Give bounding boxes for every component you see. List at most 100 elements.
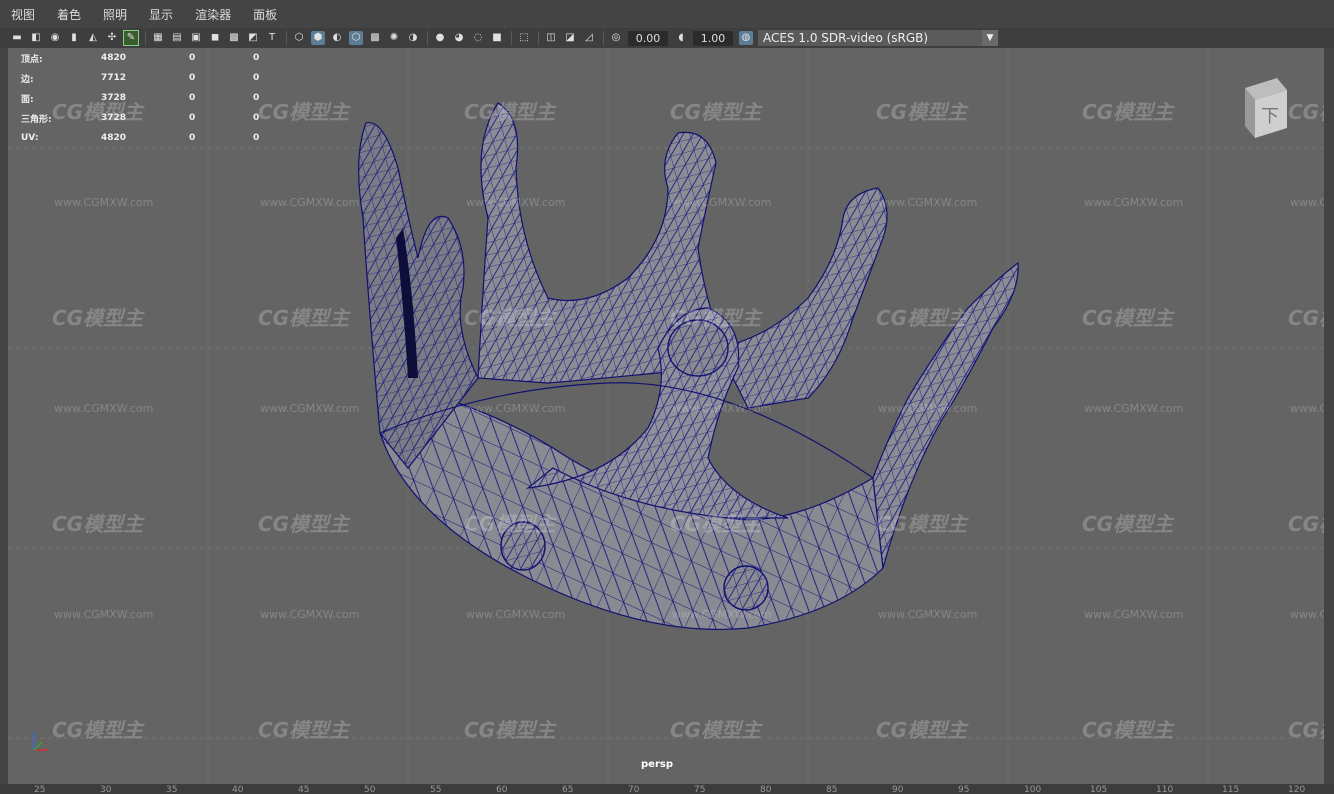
depth-of-field-icon[interactable]: ■ [490,31,504,45]
watermark-text: CG模型主 [670,512,762,536]
ruler-tick-label: 90 [892,785,904,794]
anti-alias-icon[interactable]: ◌ [471,31,485,45]
watermark-url: www.CGMXW.com [878,402,978,415]
hud-row-triangles: 三角形: 3728 0 0 [21,108,283,128]
view-cube[interactable]: 下 [1237,76,1287,138]
watermark-text: CG模型主 [876,718,968,742]
watermark-url: www.CGMXW.com [672,196,772,209]
hud-row-uvs: UV: 4820 0 0 [21,128,283,148]
ruler-tick-label: 30 [100,785,112,794]
hud-value: 0 [189,93,196,103]
color-space-select[interactable]: ACES 1.0 SDR-video (sRGB) ▼ [758,30,998,46]
hud-row-faces: 面: 3728 0 0 [21,88,283,108]
watermark-url: www.CGMXW.com [466,608,566,621]
hud-row-edges: 边: 7712 0 0 [21,68,283,88]
ruler-tick-label: 35 [166,785,178,794]
wireframe-icon[interactable]: ⬡ [292,31,306,45]
watermark-text: CG模型主 [1082,100,1174,124]
field-chart-icon[interactable]: ▩ [227,31,241,45]
watermark-text: CG模型主 [1288,512,1324,536]
watermark-text: CG模型主 [464,512,556,536]
ambient-occlusion-icon[interactable]: ● [433,31,447,45]
resolution-gate-icon[interactable]: ▣ [189,31,203,45]
watermark-url: www.CGMXW.com [1290,608,1324,621]
menu-shading[interactable]: 着色 [54,4,84,25]
color-space-value: ACES 1.0 SDR-video (sRGB) [763,31,929,45]
time-ruler[interactable]: 25 30 35 40 45 50 55 60 65 70 75 80 85 90 95 100 105 110 1… [0,784,1334,794]
gamma-field[interactable]: 1.00 [693,30,733,46]
watermark-text: CG模型主 [464,718,556,742]
grease-pencil-icon[interactable]: ✎ [123,30,139,46]
wireframe-on-shaded-icon[interactable]: ⬡ [349,31,363,45]
xray-icon[interactable]: ◫ [544,31,558,45]
hud-value: 0 [253,73,260,83]
film-gate-icon[interactable]: ▤ [170,31,184,45]
menu-lighting[interactable]: 照明 [100,4,130,25]
watermark-text: CG模型主 [1082,306,1174,330]
watermark-text: CG模型主 [670,718,762,742]
watermark-url: www.CGMXW.com [1290,402,1324,415]
snapshot-icon[interactable]: ▮ [67,31,81,45]
smooth-shade-icon[interactable]: ⬢ [311,31,325,45]
hud-value: 0 [253,113,260,123]
default-material-icon[interactable]: ◐ [330,31,344,45]
watermark-text: CG模型主 [52,512,144,536]
watermark-text: CG模型主 [464,100,556,124]
textured-icon[interactable]: ▩ [368,31,382,45]
ruler-tick-label: 105 [1090,785,1108,794]
camera-icon[interactable]: ▬ [10,31,24,45]
watermark-text: CG模型主 [52,306,144,330]
shadows-icon[interactable]: ◑ [406,31,420,45]
chevron-down-icon[interactable]: ▼ [982,30,998,46]
hud-value: 4820 [101,53,127,63]
watermark-text: CG模型主 [258,718,350,742]
xray-components-icon[interactable]: ◿ [582,31,596,45]
watermark-url: www.CGMXW.com [466,402,566,415]
ruler-tick-label: 65 [562,785,574,794]
viewport-persp[interactable]: CG模型主 www.CGMXW.com CG模型主 www.CGMXW.com CG模型… [8,48,1324,784]
exposure-icon[interactable]: ◎ [609,31,623,45]
ruler-tick-label: 85 [826,785,838,794]
motion-blur-icon[interactable]: ◕ [452,31,466,45]
hud-value: 3728 [101,93,127,103]
crown-model[interactable] [8,48,1324,784]
watermark-url: www.CGMXW.com [672,402,772,415]
exposure-field[interactable]: 0.00 [628,30,668,46]
watermark-text: CG模型主 [1288,718,1324,742]
ruler-tick-label: 100 [1024,785,1042,794]
grid-icon[interactable]: ▦ [151,31,165,45]
gate-mask-icon[interactable]: ◼ [208,31,222,45]
hud-value: 3728 [101,113,127,123]
menu-panels[interactable]: 面板 [250,4,280,25]
watermark-url: www.CGMXW.com [1084,196,1184,209]
watermark-url: www.CGMXW.com [54,608,154,621]
camera-attr-icon[interactable]: ◧ [29,31,43,45]
menu-show[interactable]: 显示 [146,4,176,25]
separator [511,31,512,45]
ruler-tick-label: 80 [760,785,772,794]
safe-action-icon[interactable]: ◩ [246,31,260,45]
color-management-icon[interactable]: ◍ [739,31,753,45]
watermark-text: CG模型主 [1082,512,1174,536]
hud-value: 7712 [101,73,127,83]
camera-name: persp [641,759,673,770]
isolate-select-icon[interactable]: ⬚ [517,31,531,45]
menu-view[interactable]: 视图 [8,4,38,25]
hud-label: 面: [21,94,34,105]
ruler-tick-label: 25 [34,785,46,794]
gamma-icon[interactable]: ◖ [674,31,688,45]
bookmark-icon[interactable]: ◉ [48,31,62,45]
hud-row-vertices: 顶点: 4820 0 0 [21,48,283,68]
watermark-text: CG模型主 [258,512,350,536]
xray-joints-icon[interactable]: ◪ [563,31,577,45]
pivot-icon[interactable]: ✣ [105,31,119,45]
safe-title-icon[interactable]: T [265,31,279,45]
hud-value: 4820 [101,133,127,143]
hud-value: 0 [189,73,196,83]
watermark-url: www.CGMXW.com [260,196,360,209]
image-plane-icon[interactable]: ◭ [86,31,100,45]
watermark-url: www.CGMXW.com [466,196,566,209]
lights-icon[interactable]: ✺ [387,31,401,45]
menu-renderer[interactable]: 渲染器 [192,4,234,25]
ruler-tick-label: 45 [298,785,310,794]
